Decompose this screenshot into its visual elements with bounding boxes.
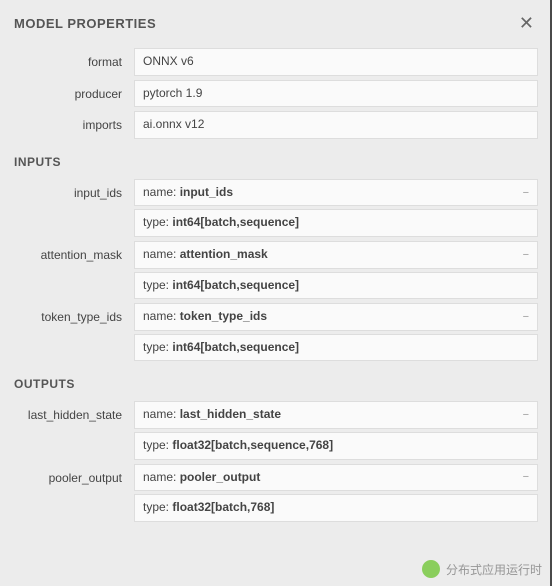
tensor-name: token_type_ids bbox=[180, 309, 267, 323]
tensor-name-box[interactable]: name: last_hidden_state bbox=[134, 401, 538, 429]
section-title-inputs: INPUTS bbox=[14, 155, 538, 169]
close-button[interactable]: ✕ bbox=[515, 12, 538, 34]
tensor-type-box: type: int64[batch,sequence] bbox=[134, 272, 538, 300]
tensor-type: int64[batch,sequence] bbox=[172, 215, 299, 229]
tensor-name-box[interactable]: name: pooler_output bbox=[134, 464, 538, 492]
output-label: last_hidden_state bbox=[14, 401, 134, 422]
property-value: ai.onnx v12 bbox=[134, 111, 538, 139]
tensor-name: last_hidden_state bbox=[180, 407, 281, 421]
input-row: input_ids name: input_ids type: int64[ba… bbox=[14, 179, 538, 237]
close-icon: ✕ bbox=[519, 13, 534, 33]
name-prefix: name: bbox=[143, 309, 180, 323]
input-label: attention_mask bbox=[14, 241, 134, 262]
watermark: 分布式应用运行时 bbox=[422, 560, 542, 578]
output-row: pooler_output name: pooler_output type: … bbox=[14, 464, 538, 522]
tensor-name: pooler_output bbox=[180, 470, 261, 484]
property-row-imports: imports ai.onnx v12 bbox=[14, 111, 538, 139]
name-prefix: name: bbox=[143, 407, 180, 421]
tensor-type-box: type: float32[batch,sequence,768] bbox=[134, 432, 538, 460]
property-row-format: format ONNX v6 bbox=[14, 48, 538, 76]
input-label: input_ids bbox=[14, 179, 134, 200]
section-title-outputs: OUTPUTS bbox=[14, 377, 538, 391]
tensor-name-box[interactable]: name: input_ids bbox=[134, 179, 538, 207]
tensor-type-box: type: int64[batch,sequence] bbox=[134, 209, 538, 237]
property-label: producer bbox=[14, 80, 134, 101]
panel-title: MODEL PROPERTIES bbox=[14, 16, 156, 31]
property-label: format bbox=[14, 48, 134, 69]
tensor-type-box: type: float32[batch,768] bbox=[134, 494, 538, 522]
type-prefix: type: bbox=[143, 438, 172, 452]
type-prefix: type: bbox=[143, 278, 172, 292]
output-row: last_hidden_state name: last_hidden_stat… bbox=[14, 401, 538, 459]
output-label: pooler_output bbox=[14, 464, 134, 485]
model-properties-panel: MODEL PROPERTIES ✕ format ONNX v6 produc… bbox=[0, 0, 552, 538]
property-value: pytorch 1.9 bbox=[134, 80, 538, 108]
tensor-name-box[interactable]: name: token_type_ids bbox=[134, 303, 538, 331]
tensor-name: attention_mask bbox=[180, 247, 268, 261]
name-prefix: name: bbox=[143, 185, 180, 199]
tensor-type-box: type: int64[batch,sequence] bbox=[134, 334, 538, 362]
property-value: ONNX v6 bbox=[134, 48, 538, 76]
type-prefix: type: bbox=[143, 500, 172, 514]
watermark-text: 分布式应用运行时 bbox=[446, 561, 542, 578]
type-prefix: type: bbox=[143, 215, 172, 229]
tensor-name-box[interactable]: name: attention_mask bbox=[134, 241, 538, 269]
property-label: imports bbox=[14, 111, 134, 132]
type-prefix: type: bbox=[143, 340, 172, 354]
tensor-type: float32[batch,768] bbox=[172, 500, 274, 514]
tensor-type: int64[batch,sequence] bbox=[172, 278, 299, 292]
panel-header: MODEL PROPERTIES ✕ bbox=[14, 12, 538, 34]
tensor-type: int64[batch,sequence] bbox=[172, 340, 299, 354]
tensor-name: input_ids bbox=[180, 185, 233, 199]
name-prefix: name: bbox=[143, 247, 180, 261]
watermark-icon bbox=[422, 560, 440, 578]
input-label: token_type_ids bbox=[14, 303, 134, 324]
tensor-type: float32[batch,sequence,768] bbox=[172, 438, 333, 452]
input-row: token_type_ids name: token_type_ids type… bbox=[14, 303, 538, 361]
input-row: attention_mask name: attention_mask type… bbox=[14, 241, 538, 299]
property-row-producer: producer pytorch 1.9 bbox=[14, 80, 538, 108]
name-prefix: name: bbox=[143, 470, 180, 484]
